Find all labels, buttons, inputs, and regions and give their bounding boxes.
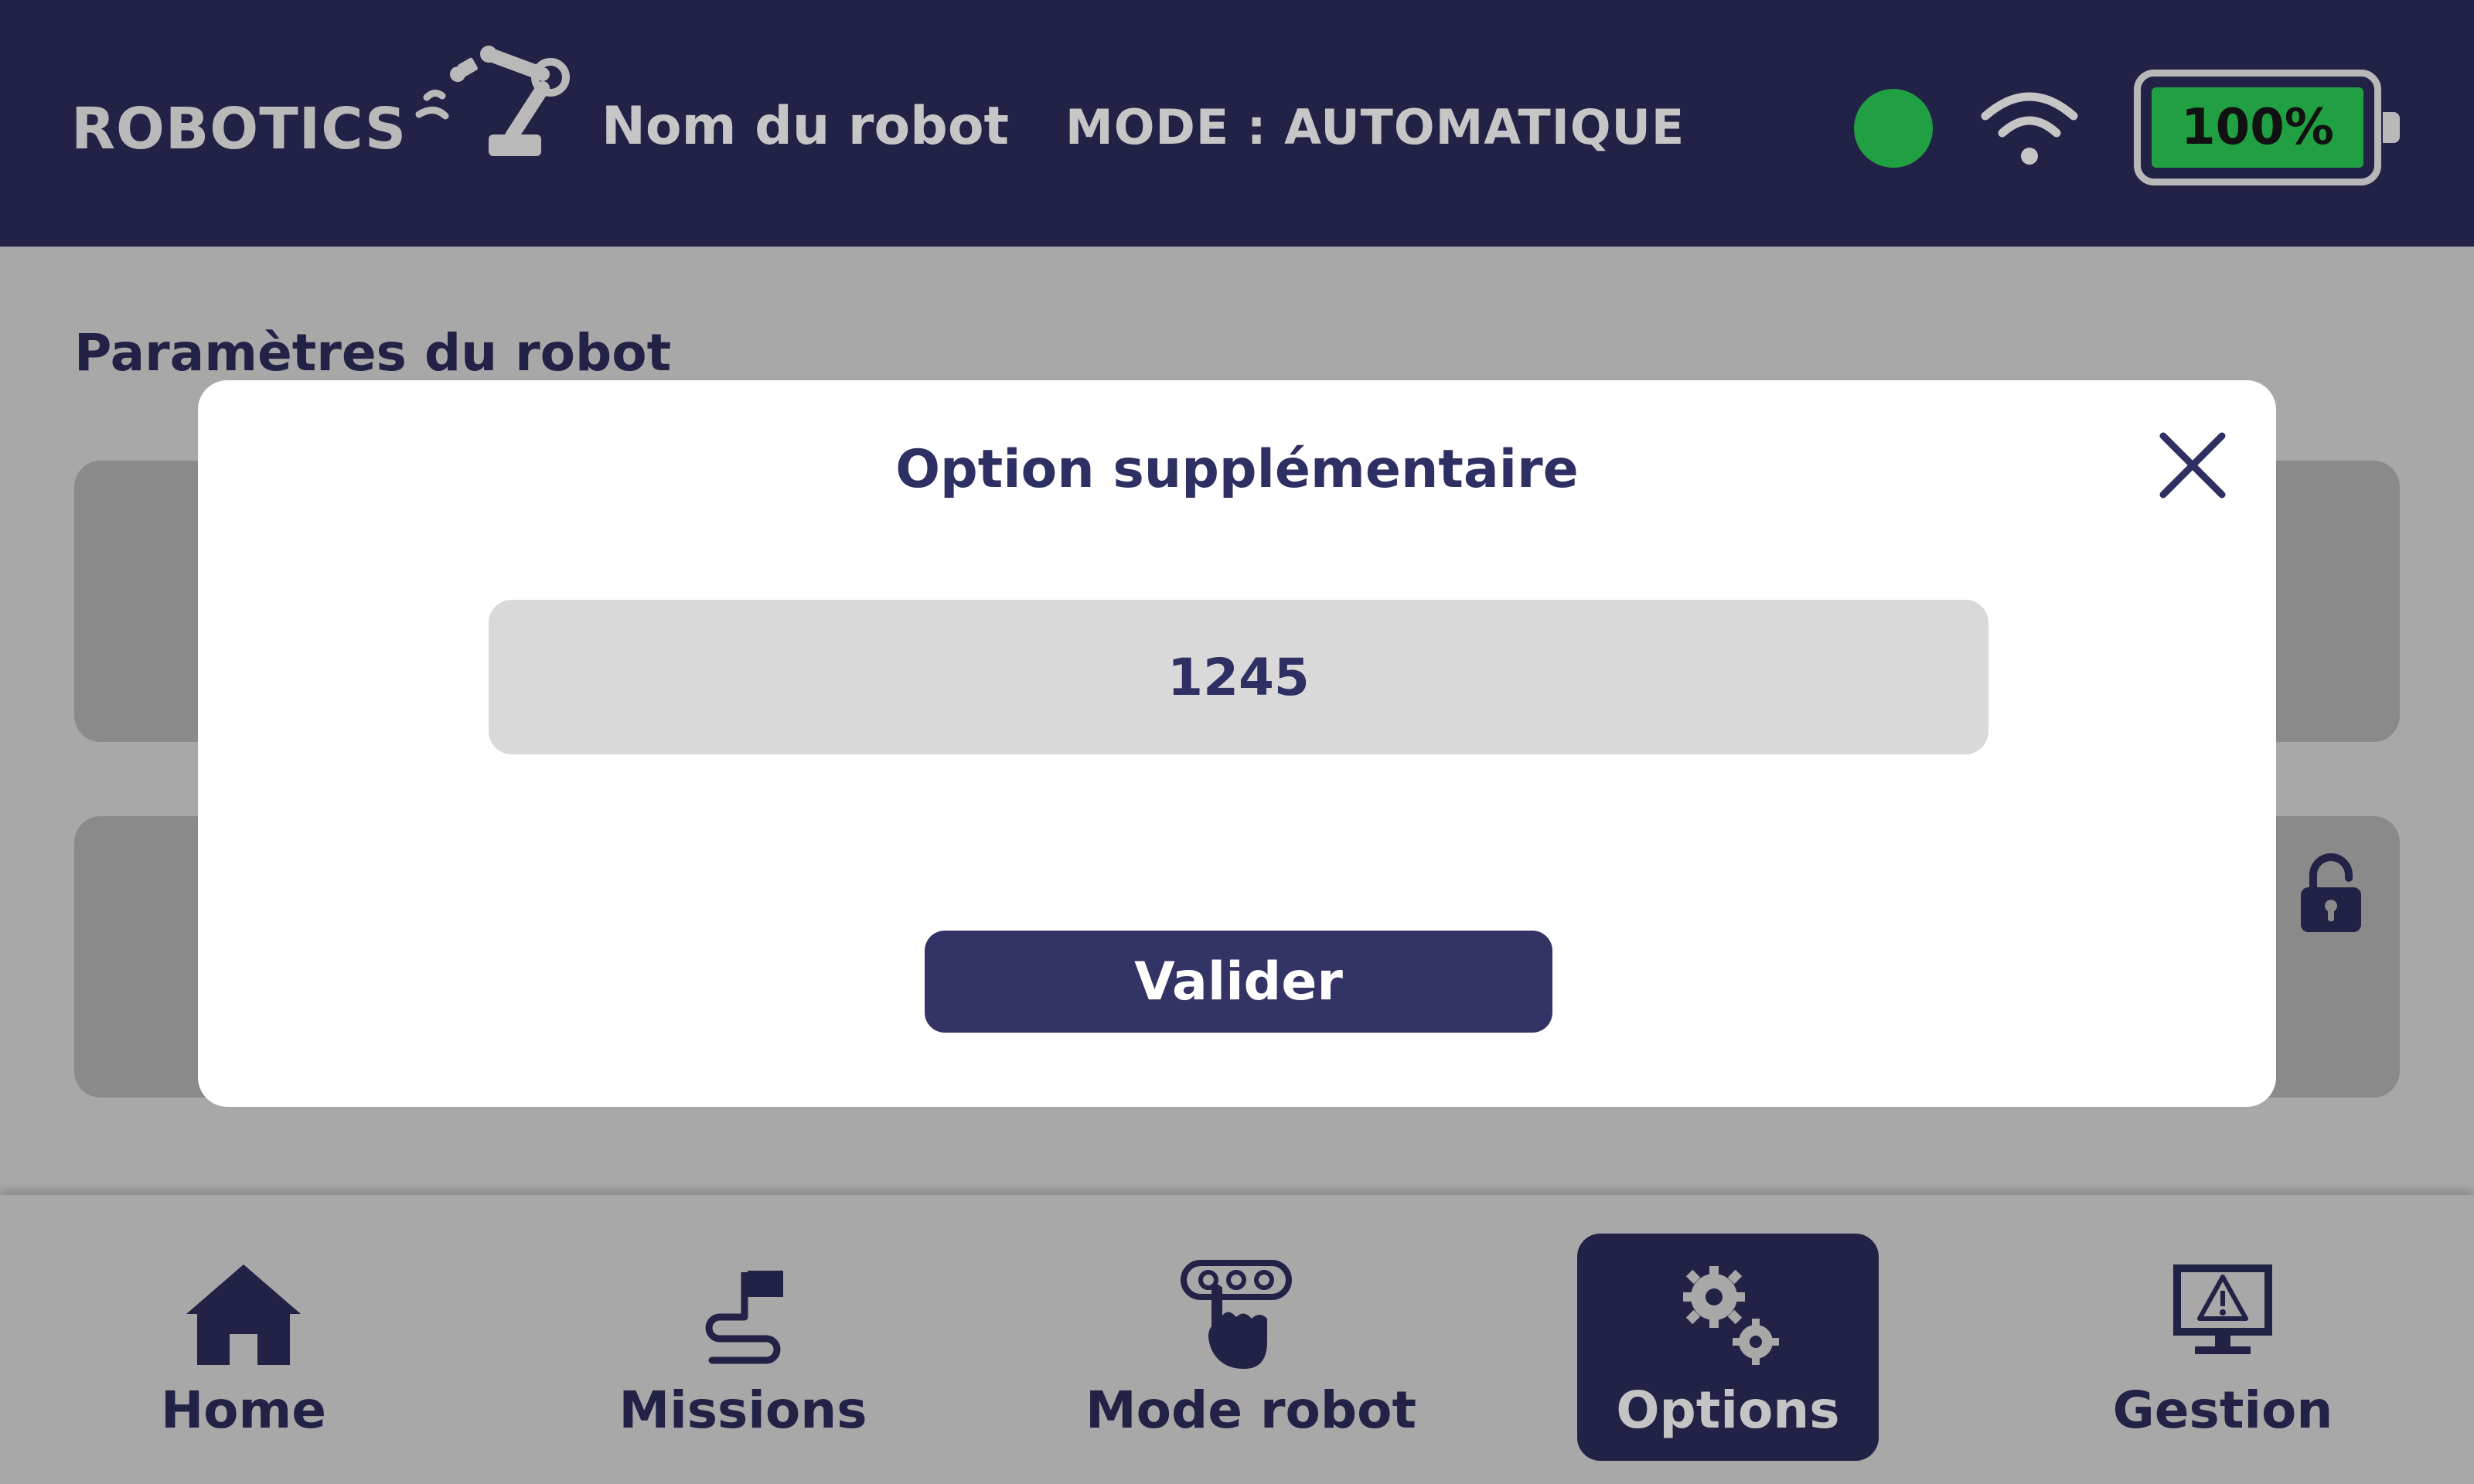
nav-item-label: Missions: [618, 1380, 867, 1440]
battery-body: 100%: [2134, 70, 2381, 186]
robot-name: Nom du robot: [601, 96, 1010, 157]
monitor-warning-icon: [2173, 1264, 2272, 1354]
battery-tip: [2383, 112, 2400, 143]
battery-indicator: 100%: [2134, 70, 2381, 186]
nav-item-label: Mode robot: [1085, 1380, 1417, 1440]
gears-icon: [1683, 1266, 1779, 1365]
robot-arm-icon: [415, 46, 570, 156]
option-modal: Option supplémentaire Valider: [198, 380, 2276, 1107]
nav-item-label: Home: [160, 1380, 327, 1440]
robot-control-icon: [1181, 1260, 1292, 1369]
wifi-icon: [1981, 92, 2078, 165]
option-input[interactable]: [489, 600, 1988, 754]
modal-title: Option supplémentaire: [895, 439, 1579, 500]
nav-item-label: Options: [1616, 1380, 1840, 1440]
nav-item-gestion[interactable]: Gestion: [2072, 1234, 2373, 1461]
logo-text: ROBOTICS: [71, 96, 407, 162]
battery-percent: 100%: [2181, 99, 2334, 156]
lock-icon[interactable]: [2296, 850, 2366, 935]
nav-item-options[interactable]: Options: [1577, 1234, 1879, 1461]
page-title: Paramètres du robot: [74, 323, 672, 383]
validate-button[interactable]: Valider: [925, 931, 1552, 1033]
nav-item-missions[interactable]: Missions: [592, 1234, 894, 1461]
nav-item-home[interactable]: Home: [93, 1234, 394, 1461]
nav-item-mode-robot[interactable]: Mode robot: [1085, 1234, 1417, 1461]
flag-path-icon: [705, 1271, 783, 1364]
status-indicator: [1854, 89, 1933, 168]
top-bar: ROBOTICS Nom du robot MODE : AUTOMATIQUE…: [0, 0, 2474, 247]
battery-fill: 100%: [2152, 87, 2363, 168]
home-icon: [186, 1264, 301, 1365]
close-icon[interactable]: [2157, 430, 2228, 501]
mode-label: MODE : AUTOMATIQUE: [1065, 99, 1685, 155]
nav-item-label: Gestion: [2112, 1380, 2333, 1440]
bottom-nav: Home Missions Mode robot Options Gestion: [0, 1195, 2474, 1484]
